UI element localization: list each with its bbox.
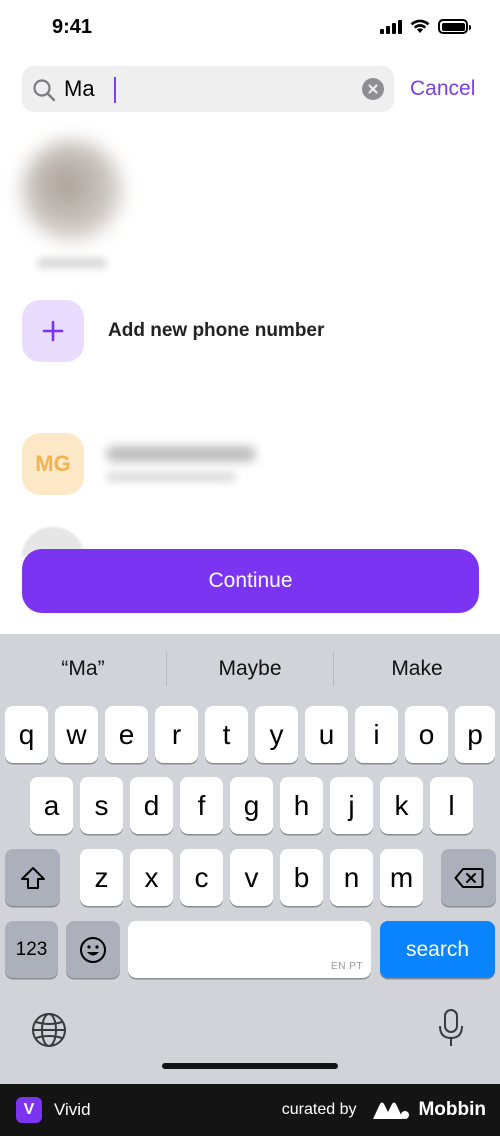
home-indicator <box>162 1063 338 1069</box>
key[interactable]: q <box>5 706 48 763</box>
globe-icon[interactable] <box>30 1011 68 1049</box>
text-caret <box>114 77 116 103</box>
contact-details-blurred <box>106 446 256 482</box>
keyboard: “Ma” Maybe Make q w e r t y u i o p a s … <box>0 634 500 1084</box>
shift-icon <box>20 866 45 889</box>
cellular-signal-icon <box>380 19 402 34</box>
numbers-key[interactable]: 123 <box>5 921 58 978</box>
clear-search-button[interactable] <box>362 78 384 100</box>
key[interactable]: u <box>305 706 348 763</box>
footer-bar: V Vivid curated by Mobbin <box>0 1084 500 1136</box>
shift-key[interactable] <box>5 849 60 906</box>
status-time: 9:41 <box>52 16 93 38</box>
search-input[interactable] <box>64 66 364 112</box>
key[interactable]: r <box>155 706 198 763</box>
space-languages: EN PT <box>331 961 363 972</box>
key[interactable]: y <box>255 706 298 763</box>
microphone-icon[interactable] <box>438 1008 464 1048</box>
emoji-icon <box>80 936 106 963</box>
close-icon <box>368 84 378 94</box>
key[interactable]: l <box>430 777 473 834</box>
key[interactable]: m <box>380 849 423 906</box>
search-icon <box>33 79 56 102</box>
key[interactable]: b <box>280 849 323 906</box>
continue-button[interactable]: Continue <box>22 549 479 613</box>
contact-row[interactable]: MG <box>22 433 462 495</box>
suggestion-item[interactable]: “Ma” <box>0 634 166 704</box>
key[interactable]: h <box>280 777 323 834</box>
key[interactable]: p <box>455 706 495 763</box>
add-phone-icon-tile <box>22 300 84 362</box>
key[interactable]: s <box>80 777 123 834</box>
search-box[interactable] <box>22 66 394 112</box>
key[interactable]: o <box>405 706 448 763</box>
cancel-button[interactable]: Cancel <box>410 77 475 101</box>
status-icons <box>380 19 471 34</box>
key[interactable]: x <box>130 849 173 906</box>
add-phone-number-row[interactable]: Add new phone number <box>22 300 462 362</box>
search-key[interactable]: search <box>380 921 495 978</box>
battery-icon <box>438 19 471 34</box>
avatar <box>22 140 122 240</box>
key[interactable]: v <box>230 849 273 906</box>
emoji-key[interactable] <box>66 921 120 978</box>
key[interactable]: i <box>355 706 398 763</box>
key[interactable]: g <box>230 777 273 834</box>
wifi-icon <box>410 19 430 33</box>
search-row: Cancel <box>22 66 482 112</box>
key[interactable]: d <box>130 777 173 834</box>
suggestion-item[interactable]: Make <box>334 634 500 704</box>
backspace-icon <box>454 867 483 888</box>
plus-icon <box>42 320 64 342</box>
key[interactable]: w <box>55 706 98 763</box>
space-key[interactable]: EN PT <box>128 921 371 978</box>
status-bar: 9:41 <box>0 0 500 56</box>
app-name: Vivid <box>54 1100 91 1119</box>
key[interactable]: a <box>30 777 73 834</box>
key[interactable]: e <box>105 706 148 763</box>
brand-name: Mobbin <box>418 1099 486 1120</box>
curated-by-label: curated by <box>281 1101 357 1118</box>
key[interactable]: j <box>330 777 373 834</box>
suggestion-item[interactable]: Maybe <box>167 634 333 704</box>
key[interactable]: z <box>80 849 123 906</box>
mobbin-logo-icon <box>373 1102 410 1119</box>
contact-name-blurred <box>37 258 107 268</box>
app-logo: V <box>16 1097 42 1123</box>
key[interactable]: t <box>205 706 248 763</box>
key[interactable]: f <box>180 777 223 834</box>
backspace-key[interactable] <box>441 849 496 906</box>
avatar: MG <box>22 433 84 495</box>
key[interactable]: c <box>180 849 223 906</box>
suggestion-bar: “Ma” Maybe Make <box>0 634 500 704</box>
add-phone-label: Add new phone number <box>108 320 325 341</box>
recent-contact[interactable] <box>22 140 122 270</box>
key[interactable]: k <box>380 777 423 834</box>
key[interactable]: n <box>330 849 373 906</box>
